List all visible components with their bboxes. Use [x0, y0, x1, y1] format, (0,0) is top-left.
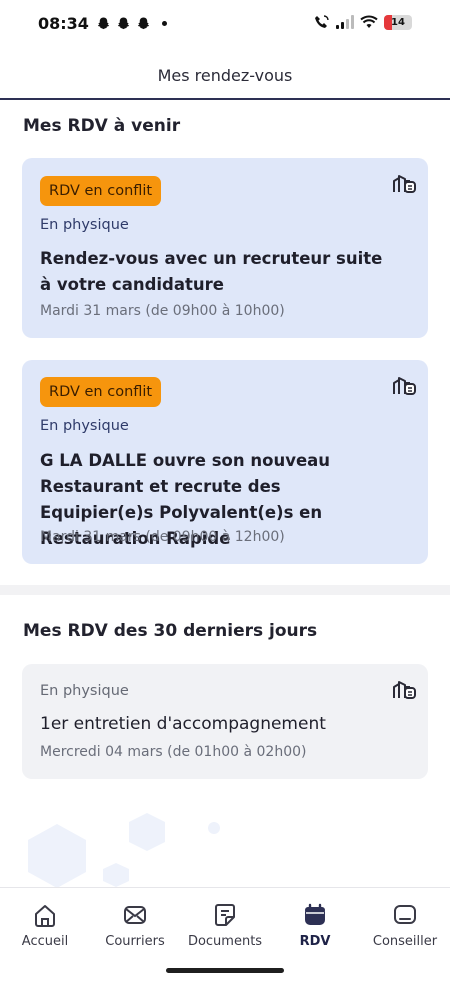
snapchat-icon	[117, 17, 130, 30]
snapchat-icon	[137, 17, 150, 30]
appointment-card[interactable]: RDV en conflit En physique G LA DALLE ou…	[22, 360, 428, 564]
building-icon	[393, 681, 416, 699]
nav-item-conseiller[interactable]: Conseiller	[360, 902, 450, 949]
appointment-modality: En physique	[40, 683, 129, 699]
document-icon	[215, 904, 235, 926]
appointment-modality: En physique	[40, 418, 129, 434]
decorative-hexagon	[208, 822, 220, 834]
nav-label: Courriers	[105, 934, 165, 949]
home-indicator	[166, 968, 284, 973]
upcoming-section-title: Mes RDV à venir	[23, 116, 181, 136]
appointment-title: Rendez-vous avec un recruteur suite à vo…	[40, 249, 383, 294]
snapchat-icon	[97, 17, 110, 30]
decorative-hexagon	[129, 813, 165, 851]
nav-label: Conseiller	[372, 934, 438, 949]
nav-item-courriers[interactable]: Courriers	[90, 902, 180, 949]
battery-level: 14	[391, 16, 405, 28]
nav-label: Documents	[187, 934, 263, 949]
battery-icon: 14	[384, 14, 412, 30]
status-bar: 08:34 14	[0, 0, 450, 52]
mail-icon	[124, 906, 146, 924]
home-icon	[35, 905, 55, 927]
nav-item-documents[interactable]: Documents	[180, 902, 270, 949]
notification-icons	[96, 16, 167, 31]
page-title: Mes rendez-vous	[157, 65, 293, 85]
status-indicators: 14	[314, 14, 412, 30]
appointment-date: Mardi 31 mars (de 09h00 à 12h00)	[40, 529, 285, 545]
chat-icon	[394, 905, 416, 924]
conflict-badge: RDV en conflit	[40, 176, 162, 206]
more-notifications-dot	[162, 21, 167, 26]
appointment-title: 1er entretien d'accompagnement	[40, 714, 326, 734]
nav-item-accueil[interactable]: Accueil	[0, 902, 90, 949]
nav-item-rdv[interactable]: RDV	[270, 902, 360, 949]
calendar-icon	[305, 903, 325, 925]
appointment-date: Mercredi 04 mars (de 01h00 à 02h00)	[40, 744, 307, 760]
appointment-date: Mardi 31 mars (de 09h00 à 10h00)	[40, 303, 285, 319]
nav-label: RDV	[299, 934, 331, 949]
building-icon	[393, 377, 416, 395]
building-icon	[393, 175, 416, 193]
section-divider	[0, 585, 450, 595]
appointment-card[interactable]: RDV en conflit En physique Rendez-vous a…	[22, 158, 428, 338]
appointment-modality: En physique	[40, 217, 129, 233]
header: Mes rendez-vous	[0, 52, 450, 100]
appointment-card[interactable]: En physique 1er entretien d'accompagneme…	[22, 664, 428, 779]
decorative-hexagon	[103, 863, 129, 887]
past-section-title: Mes RDV des 30 derniers jours	[23, 621, 318, 641]
nav-label: Accueil	[21, 934, 69, 949]
wifi-calling-icon	[315, 15, 329, 28]
signal-icon	[336, 15, 354, 29]
conflict-badge: RDV en conflit	[40, 377, 162, 407]
status-time: 08:34	[38, 14, 89, 33]
wifi-icon	[360, 15, 378, 28]
decorative-hexagon	[28, 824, 86, 888]
